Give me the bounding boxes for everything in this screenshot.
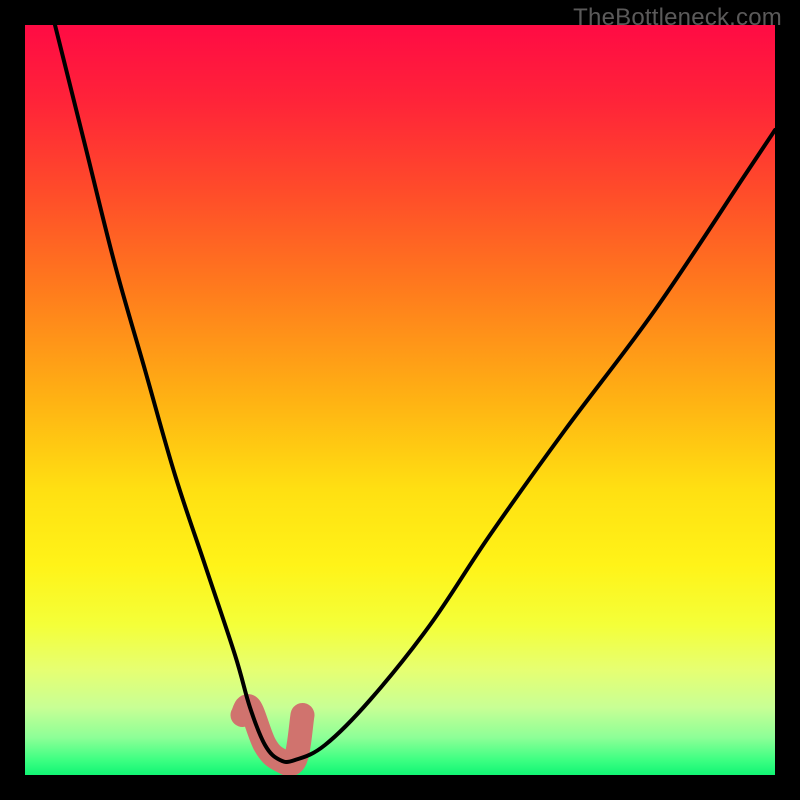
chart-stage: TheBottleneck.com	[0, 0, 800, 800]
bottleneck-chart	[0, 0, 800, 800]
watermark-text: TheBottleneck.com	[573, 4, 782, 32]
